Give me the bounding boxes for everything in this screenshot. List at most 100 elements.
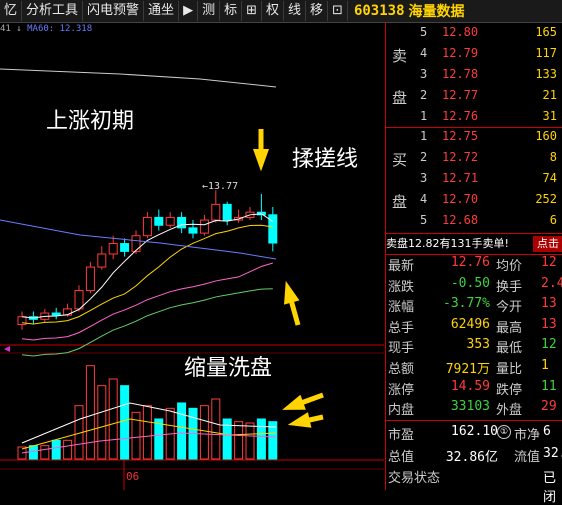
- quote-value: -0.50: [450, 275, 490, 291]
- bid-volume: 160: [535, 129, 557, 143]
- kline-svg[interactable]: [0, 23, 384, 490]
- quote-value-2: 12: [541, 255, 557, 270]
- ask-row-3[interactable]: 3 12.78 133: [386, 67, 562, 87]
- volume-bar: [234, 421, 244, 460]
- ma250-line: [0, 68, 277, 88]
- volume-bar: [63, 439, 73, 460]
- bid-level: 3: [420, 171, 428, 185]
- quote-row: 总手 62496 最高 13: [386, 317, 562, 339]
- quote-row: 总额 7921万 量比 1: [386, 358, 562, 380]
- bid-volume: 8: [549, 150, 557, 164]
- candle-body: [154, 216, 164, 226]
- candle-body: [199, 219, 209, 234]
- quote-key-2: 外盘: [496, 403, 523, 419]
- play-icon[interactable]: ▶: [179, 1, 199, 21]
- quote-value-2: 13: [541, 296, 557, 312]
- footer-key-2: 流值: [514, 449, 541, 465]
- quote-key: 总额: [388, 362, 415, 377]
- ask-row-2[interactable]: 2 12.77 21: [386, 88, 562, 108]
- toolbar-item-mark[interactable]: 标: [220, 1, 243, 21]
- bid-row-2[interactable]: 2 12.72 8: [386, 150, 562, 170]
- footer-row: 交易状态 已闭: [386, 467, 562, 505]
- kline-chart[interactable]: [0, 23, 384, 490]
- arrow-up-icon-head: [284, 280, 300, 305]
- ask-row-1[interactable]: 1 12.76 31: [386, 109, 562, 129]
- quote-value: 353: [466, 337, 490, 353]
- bid-row-3[interactable]: 3 12.71 74: [386, 171, 562, 191]
- candle-body: [97, 253, 107, 268]
- quote-key: 内盘: [388, 403, 415, 419]
- toolbar-item-line[interactable]: 线: [284, 1, 307, 21]
- toolbar-item-memo[interactable]: 忆: [0, 1, 23, 21]
- arrow-left-icon-1-head: [282, 394, 306, 410]
- candle-body: [142, 216, 152, 237]
- quote-key: 现手: [388, 341, 415, 357]
- quote-key: 涨幅: [388, 300, 415, 316]
- candle-body: [74, 290, 84, 310]
- quote-value: 12.76: [450, 255, 490, 270]
- bid-row-4[interactable]: 4 12.70 252: [386, 192, 562, 212]
- quote-value-2: 12: [541, 337, 557, 353]
- quote-value: -3.77%: [443, 296, 490, 312]
- grid-icon[interactable]: ⊞: [242, 1, 262, 21]
- quote-key: 涨跌: [388, 279, 415, 295]
- toolbar-item-move[interactable]: 移: [306, 1, 329, 21]
- ask-volume: 165: [535, 25, 557, 39]
- toolbar-item-analysis-tools[interactable]: 分析工具: [22, 1, 84, 21]
- quote-value-2: 2.4: [541, 275, 562, 291]
- scroll-left-icon: [4, 346, 10, 352]
- candle-body: [165, 216, 175, 226]
- quote-key: 总手: [388, 320, 415, 336]
- bid-row-5[interactable]: 5 12.68 6: [386, 213, 562, 233]
- ask-row-5[interactable]: 5 12.80 165: [386, 25, 562, 45]
- ask-price: 12.79: [442, 46, 479, 60]
- quote-row: 内盘 33103 外盘 29: [386, 399, 562, 421]
- quote-divider: [386, 420, 562, 421]
- bid-price: 12.75: [442, 129, 479, 143]
- toolbar-item-flash-alert[interactable]: 闪电预警: [83, 1, 145, 21]
- ask-row-4[interactable]: 4 12.79 117: [386, 46, 562, 66]
- arrow-left-icon-2-head: [287, 412, 312, 428]
- bid-volume: 252: [535, 192, 557, 206]
- quote-value-2: 13: [541, 316, 557, 332]
- toolbar-item-dropdown[interactable]: 通坐: [144, 1, 180, 21]
- candle-body: [85, 266, 95, 292]
- ask-level: 3: [420, 67, 428, 81]
- quote-key-2: 最低: [496, 341, 523, 357]
- toolbar-item-test[interactable]: 测: [198, 1, 221, 21]
- volume-bar: [256, 418, 266, 460]
- candle-body: [211, 203, 221, 221]
- quote-value: 62496: [450, 316, 490, 332]
- bid-price: 12.70: [442, 192, 479, 206]
- bid-price: 12.68: [442, 213, 479, 227]
- date-axis-label: 06: [126, 470, 140, 483]
- volume-bar: [154, 418, 164, 460]
- volume-bar: [199, 405, 209, 460]
- bid-level: 1: [420, 129, 428, 143]
- volume-bar: [28, 445, 38, 460]
- footer-row: 总值 32.86亿流值32.2: [386, 446, 562, 468]
- quote-key-2: 最高: [496, 320, 523, 336]
- volume-bar: [177, 402, 187, 460]
- quote-key-2: 均价: [496, 259, 523, 274]
- quote-key: 最新: [388, 259, 415, 274]
- candle-body: [108, 243, 118, 255]
- notice-click-button[interactable]: 点击: [533, 236, 562, 252]
- bid-volume: 74: [542, 171, 557, 185]
- bid-row-1[interactable]: 1 12.75 160: [386, 129, 562, 149]
- toolbar-item-rights[interactable]: 权: [262, 1, 285, 21]
- annotation-rising-stage: 上涨初期: [46, 109, 135, 134]
- bid-price: 12.71: [442, 171, 479, 185]
- bid-level: 4: [420, 192, 428, 206]
- footer-value: 162.10: [451, 424, 498, 439]
- ask-level: 2: [420, 88, 428, 102]
- volume-bar: [51, 439, 61, 460]
- quote-key-2: 今开: [496, 300, 523, 316]
- window-icon[interactable]: ⊡: [328, 1, 348, 21]
- footer-value-2: 32.2: [543, 445, 562, 461]
- arrow-down-icon-head: [253, 149, 269, 172]
- footer-key-2: 市净: [514, 428, 541, 443]
- quote-key-2: 换手: [496, 279, 523, 295]
- quote-row: 涨幅 -3.77% 今开 13: [386, 296, 562, 318]
- volume-bar: [120, 385, 130, 460]
